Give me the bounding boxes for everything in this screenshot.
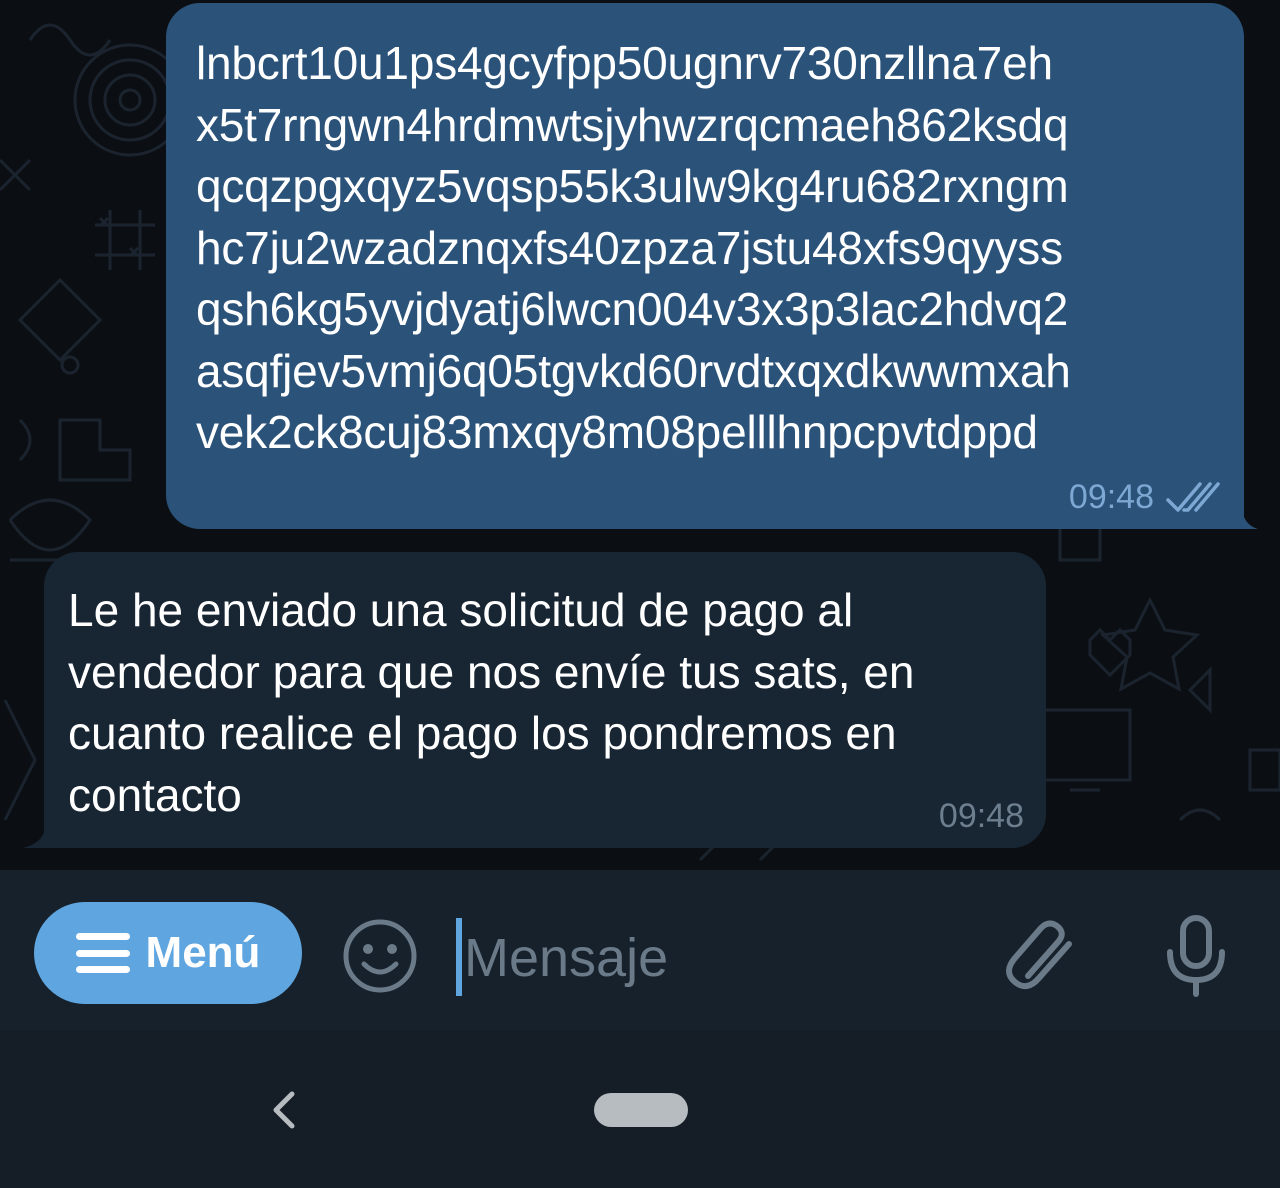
invoice-line: x5t7rngwn4hrdmwtsjyhwzrqcmaeh862ksdq [196,98,1069,151]
lightning-invoice-text[interactable]: lnbcrt10u1ps4gcyfpp50ugnrv730nzllna7eh x… [196,33,1220,464]
message-time: 09:48 [1068,478,1154,516]
system-navigation-bar [0,1030,1280,1188]
invoice-line: asqfjev5vmj6q05tgvkd60rvdtxqxdkwwmxah [196,344,1071,397]
message-input[interactable] [456,918,976,998]
incoming-message-text[interactable]: Le he enviado una solicitud de pago al v… [68,580,1028,826]
invoice-line: vek2ck8cuj83mxqy8m08pelllhnpcpvtdppd [196,406,1038,458]
invoice-line: lnbcrt10u1ps4gcyfpp50ugnrv730nzllna7eh [196,37,1053,89]
smiley-icon[interactable] [340,916,420,996]
microphone-icon[interactable] [1158,914,1234,998]
hamburger-icon [75,933,130,973]
incoming-message-bubble[interactable]: Le he enviado una solicitud de pago al v… [22,552,1046,848]
message-time: 09:48 [938,797,1024,835]
paperclip-icon[interactable] [1006,914,1086,998]
invoice-line: hc7ju2wzadznqxfs40zpza7jstu48xfs9qyyss [196,221,1063,274]
message-input-bar: Menú [0,870,1280,1030]
outgoing-message-bubble[interactable]: lnbcrt10u1ps4gcyfpp50ugnrv730nzllna7eh x… [166,3,1258,529]
menu-button[interactable]: Menú [34,902,302,1004]
bubble-tail [22,824,46,848]
double-check-icon [1166,481,1220,512]
chat-area[interactable]: lnbcrt10u1ps4gcyfpp50ugnrv730nzllna7eh x… [0,0,1280,870]
invoice-line: qcqzpgxqyz5vqsp55k3ulw9kg4ru682rxngm [196,160,1069,212]
outgoing-message-meta: 09:48 [1069,478,1220,517]
telegram-chat-screen: lnbcrt10u1ps4gcyfpp50ugnrv730nzllna7eh x… [0,0,1280,1188]
invoice-line: qsh6kg5yvjdyatj6lwcn004v3x3p3lac2hdvq2 [196,283,1069,335]
home-pill-icon[interactable] [594,1093,688,1127]
bubble-tail [1242,509,1258,529]
menu-button-label: Menú [145,928,261,977]
text-cursor [456,918,462,996]
back-chevron-icon[interactable] [264,1086,304,1134]
